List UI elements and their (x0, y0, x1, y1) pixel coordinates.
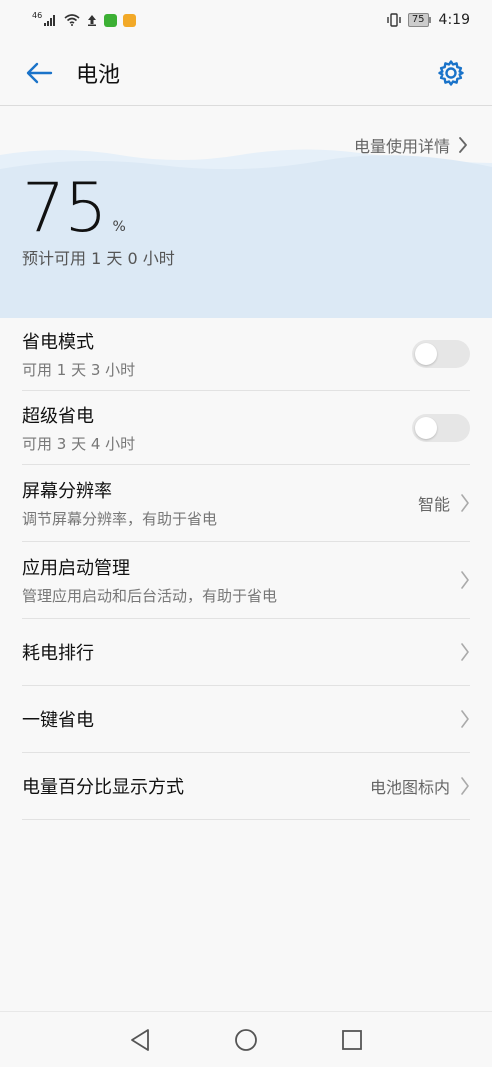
nav-back-button[interactable] (124, 1024, 156, 1056)
row-text: 应用启动管理 管理应用启动和后台活动，有助于省电 (22, 554, 277, 606)
row-subtitle: 调节屏幕分辨率，有助于省电 (22, 510, 218, 528)
navigation-bar (0, 1011, 492, 1067)
row-text: 一键省电 (22, 706, 94, 732)
row-value: 电池图标内 (369, 778, 450, 797)
square-recent-icon (342, 1029, 362, 1050)
battery-unit: % (112, 219, 126, 235)
row-text: 电量百分比显示方式 (22, 773, 184, 799)
toggle-knob (415, 416, 437, 439)
network-type-label: 46 (32, 10, 43, 20)
upload-icon (86, 14, 98, 26)
row-right: 电池图标内 (370, 774, 470, 798)
row-value: 智能 (417, 495, 450, 514)
vibrate-icon (386, 13, 402, 27)
row-text: 省电模式 可用 1 天 3 小时 (22, 328, 135, 380)
row-text: 耗电排行 (22, 639, 94, 665)
toggle-knob (415, 343, 437, 365)
arrow-left-icon (26, 62, 53, 83)
row-right: 智能 (418, 491, 470, 515)
triangle-back-icon (131, 1028, 149, 1051)
chevron-right-icon (461, 571, 469, 589)
row-title: 应用启动管理 (22, 558, 130, 579)
row-title: 电量百分比显示方式 (22, 777, 184, 798)
chevron-right-icon (461, 777, 469, 795)
weibo-notification-icon (123, 13, 137, 27)
status-left: 46 (32, 10, 137, 27)
row-subtitle: 可用 3 天 4 小时 (22, 434, 136, 453)
setting-one-tap-saving[interactable]: 一键省电 (22, 686, 470, 753)
nav-recent-button[interactable] (336, 1024, 368, 1056)
row-title: 一键省电 (22, 710, 94, 731)
setting-power-ranking[interactable]: 耗电排行 (22, 619, 470, 686)
wechat-notification-icon (104, 13, 118, 27)
setting-percentage-display[interactable]: 电量百分比显示方式 电池图标内 (22, 753, 470, 820)
row-right (460, 710, 470, 728)
status-bar: 46 75 4:19 (0, 0, 492, 40)
signal-icon (44, 14, 58, 26)
usage-detail-label: 电量使用详情 (353, 137, 450, 156)
battery-hero: 电量使用详情 75 % 预计可用 1 天 0 小时 (0, 107, 492, 318)
battery-tip (428, 17, 431, 23)
back-button[interactable] (16, 50, 62, 96)
row-subtitle: 可用 1 天 3 小时 (22, 361, 136, 379)
gear-icon (438, 60, 464, 86)
row-title: 超级省电 (22, 405, 94, 427)
nav-home-button[interactable] (230, 1024, 262, 1056)
chevron-right-icon (461, 710, 469, 728)
wifi-icon (64, 14, 80, 26)
setting-app-launch[interactable]: 应用启动管理 管理应用启动和后台活动，有助于省电 (22, 542, 470, 619)
battery-status-icon: 75 (407, 13, 431, 27)
page-title: 电池 (76, 62, 121, 88)
chevron-right-icon (461, 494, 469, 512)
battery-estimate: 预计可用 1 天 0 小时 (22, 249, 175, 268)
setting-screen-resolution[interactable]: 屏幕分辨率 调节屏幕分辨率，有助于省电 智能 (22, 465, 470, 542)
row-title: 屏幕分辨率 (22, 481, 112, 502)
row-text: 屏幕分辨率 调节屏幕分辨率，有助于省电 (22, 477, 217, 529)
row-title: 耗电排行 (22, 643, 94, 664)
circle-home-icon (235, 1028, 257, 1051)
row-subtitle: 管理应用启动和后台活动，有助于省电 (22, 587, 278, 605)
battery-status-value: 75 (407, 13, 429, 27)
row-text: 超级省电 可用 3 天 4 小时 (22, 402, 135, 454)
row-title: 省电模式 (22, 332, 94, 353)
usage-detail-link[interactable]: 电量使用详情 (354, 133, 468, 157)
row-right (460, 643, 470, 661)
status-right: 75 4:19 (386, 12, 470, 28)
settings-list: 省电模式 可用 1 天 3 小时 超级省电 可用 3 天 4 小时 屏幕分辨率 … (22, 318, 470, 820)
setting-ultra-power-saving[interactable]: 超级省电 可用 3 天 4 小时 (22, 391, 470, 465)
row-right (460, 571, 470, 589)
setting-power-saving-mode[interactable]: 省电模式 可用 1 天 3 小时 (22, 318, 470, 391)
settings-button[interactable] (428, 50, 474, 96)
battery-level: 75 % (22, 175, 126, 243)
chevron-right-icon (459, 137, 467, 153)
chevron-right-icon (461, 643, 469, 661)
status-time: 4:19 (438, 12, 470, 28)
app-bar: 电池 (0, 40, 492, 106)
ultra-power-saving-toggle[interactable] (412, 413, 470, 442)
power-saving-toggle[interactable] (412, 340, 470, 368)
battery-percent: 75 (22, 169, 108, 248)
